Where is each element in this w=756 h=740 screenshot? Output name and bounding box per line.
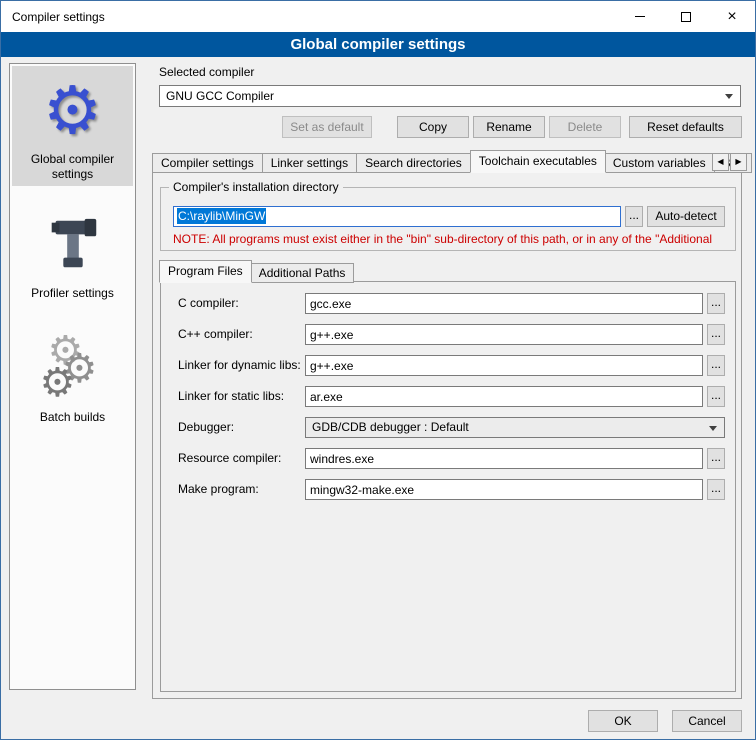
tab-compiler-settings[interactable]: Compiler settings: [152, 153, 263, 173]
resource-compiler-input[interactable]: [305, 448, 703, 469]
delete-button[interactable]: Delete: [549, 116, 621, 138]
caption-buttons: ×: [617, 1, 755, 32]
cancel-button[interactable]: Cancel: [672, 710, 742, 732]
tab-toolchain-executables[interactable]: Toolchain executables: [470, 150, 606, 173]
make-program-label: Make program:: [178, 479, 259, 500]
ok-button[interactable]: OK: [588, 710, 658, 732]
reset-defaults-button[interactable]: Reset defaults: [629, 116, 742, 138]
title-bar[interactable]: Compiler settings ×: [1, 1, 755, 32]
settings-sidebar: ⚙ Global compiler settings Profiler sett…: [9, 63, 136, 690]
subtab-additional-paths[interactable]: Additional Paths: [251, 263, 355, 283]
auto-detect-button[interactable]: Auto-detect: [647, 206, 725, 227]
cpp-compiler-row: C++ compiler: ...: [161, 324, 735, 345]
tab-linker-settings[interactable]: Linker settings: [263, 153, 357, 173]
debugger-value: GDB/CDB debugger : Default: [312, 420, 469, 434]
selected-compiler-label: Selected compiler: [159, 65, 254, 79]
minimize-button[interactable]: [617, 1, 663, 32]
resource-compiler-row: Resource compiler: ...: [161, 448, 735, 469]
static-linker-input[interactable]: [305, 386, 703, 407]
scroll-right-icon: ▶: [735, 157, 741, 166]
c-compiler-row: C compiler: ...: [161, 293, 735, 314]
make-program-row: Make program: ...: [161, 479, 735, 500]
c-compiler-label: C compiler:: [178, 293, 239, 314]
toolchain-executables-page: Compiler's installation directory C:\ray…: [152, 172, 742, 699]
installation-directory-value: C:\raylib\MinGW: [177, 208, 266, 224]
installation-directory-input[interactable]: C:\raylib\MinGW: [173, 206, 621, 227]
compiler-action-buttons: Set as default Copy Rename Delete Reset …: [146, 116, 742, 138]
tabs: Compiler settings Linker settings Search…: [152, 150, 752, 173]
minimize-icon: [635, 16, 645, 17]
selected-compiler-value: GNU GCC Compiler: [166, 89, 274, 103]
c-compiler-input[interactable]: [305, 293, 703, 314]
dynamic-linker-row: Linker for dynamic libs: ...: [161, 355, 735, 376]
scroll-left-icon: ◀: [717, 157, 723, 166]
dynamic-linker-label: Linker for dynamic libs:: [178, 355, 301, 376]
sidebar-item-global-compiler-settings[interactable]: ⚙ Global compiler settings: [12, 66, 133, 186]
sidebar-item-label: Global compiler settings: [12, 152, 133, 182]
cpp-compiler-input[interactable]: [305, 324, 703, 345]
tab-search-directories[interactable]: Search directories: [357, 153, 471, 173]
installation-directory-group: Compiler's installation directory C:\ray…: [160, 187, 736, 251]
window-title: Compiler settings: [1, 10, 105, 24]
sidebar-item-batch-builds[interactable]: ⚙ ⚙ ⚙ Batch builds: [12, 324, 133, 436]
main-panel: Selected compiler GNU GCC Compiler Set a…: [146, 63, 748, 694]
dynamic-linker-input[interactable]: [305, 355, 703, 376]
bin-subdirectory-note: NOTE: All programs must exist either in …: [173, 232, 733, 246]
resource-compiler-label: Resource compiler:: [178, 448, 281, 469]
rename-button[interactable]: Rename: [473, 116, 545, 138]
chevron-down-icon: [725, 94, 733, 99]
tab-scroll-left-button[interactable]: ◀: [712, 153, 729, 171]
cpp-compiler-browse-button[interactable]: ...: [707, 324, 725, 345]
selected-compiler-dropdown[interactable]: GNU GCC Compiler: [159, 85, 741, 107]
c-compiler-browse-button[interactable]: ...: [707, 293, 725, 314]
settings-tab-strip: Compiler settings Linker settings Search…: [146, 150, 748, 172]
debugger-label: Debugger:: [178, 417, 234, 438]
close-button[interactable]: ×: [709, 1, 755, 32]
sidebar-item-label: Profiler settings: [29, 286, 116, 301]
program-files-panel: C compiler: ... C++ compiler: ... Linker…: [160, 281, 736, 692]
tab-scroll-right-button[interactable]: ▶: [730, 153, 747, 171]
global-compiler-gear-icon: ⚙: [36, 72, 110, 148]
installation-directory-group-title: Compiler's installation directory: [169, 180, 343, 194]
chevron-down-icon: [709, 426, 717, 431]
static-linker-row: Linker for static libs: ...: [161, 386, 735, 407]
make-program-browse-button[interactable]: ...: [707, 479, 725, 500]
set-as-default-button[interactable]: Set as default: [282, 116, 372, 138]
profiler-icon: [36, 206, 110, 282]
make-program-input[interactable]: [305, 479, 703, 500]
compiler-settings-window: Compiler settings × Global compiler sett…: [0, 0, 756, 740]
batch-builds-gears-icon: ⚙ ⚙ ⚙: [36, 330, 110, 406]
resource-compiler-browse-button[interactable]: ...: [707, 448, 725, 469]
page-title: Global compiler settings: [1, 32, 755, 57]
maximize-icon: [681, 12, 691, 22]
static-linker-browse-button[interactable]: ...: [707, 386, 725, 407]
dynamic-linker-browse-button[interactable]: ...: [707, 355, 725, 376]
debugger-dropdown[interactable]: GDB/CDB debugger : Default: [305, 417, 725, 438]
debugger-row: Debugger: GDB/CDB debugger : Default: [161, 417, 735, 438]
close-icon: ×: [727, 9, 736, 25]
sidebar-item-label: Batch builds: [38, 410, 107, 425]
dialog-body: ⚙ Global compiler settings Profiler sett…: [1, 57, 755, 739]
sidebar-item-profiler-settings[interactable]: Profiler settings: [12, 200, 133, 312]
subtab-program-files[interactable]: Program Files: [159, 260, 252, 283]
maximize-button[interactable]: [663, 1, 709, 32]
copy-button[interactable]: Copy: [397, 116, 469, 138]
static-linker-label: Linker for static libs:: [178, 386, 284, 407]
installation-directory-browse-button[interactable]: ...: [625, 206, 643, 227]
cpp-compiler-label: C++ compiler:: [178, 324, 253, 345]
tab-custom-variables[interactable]: Custom variables: [605, 153, 715, 173]
program-files-tab-strip: Program Files Additional Paths: [160, 260, 354, 283]
